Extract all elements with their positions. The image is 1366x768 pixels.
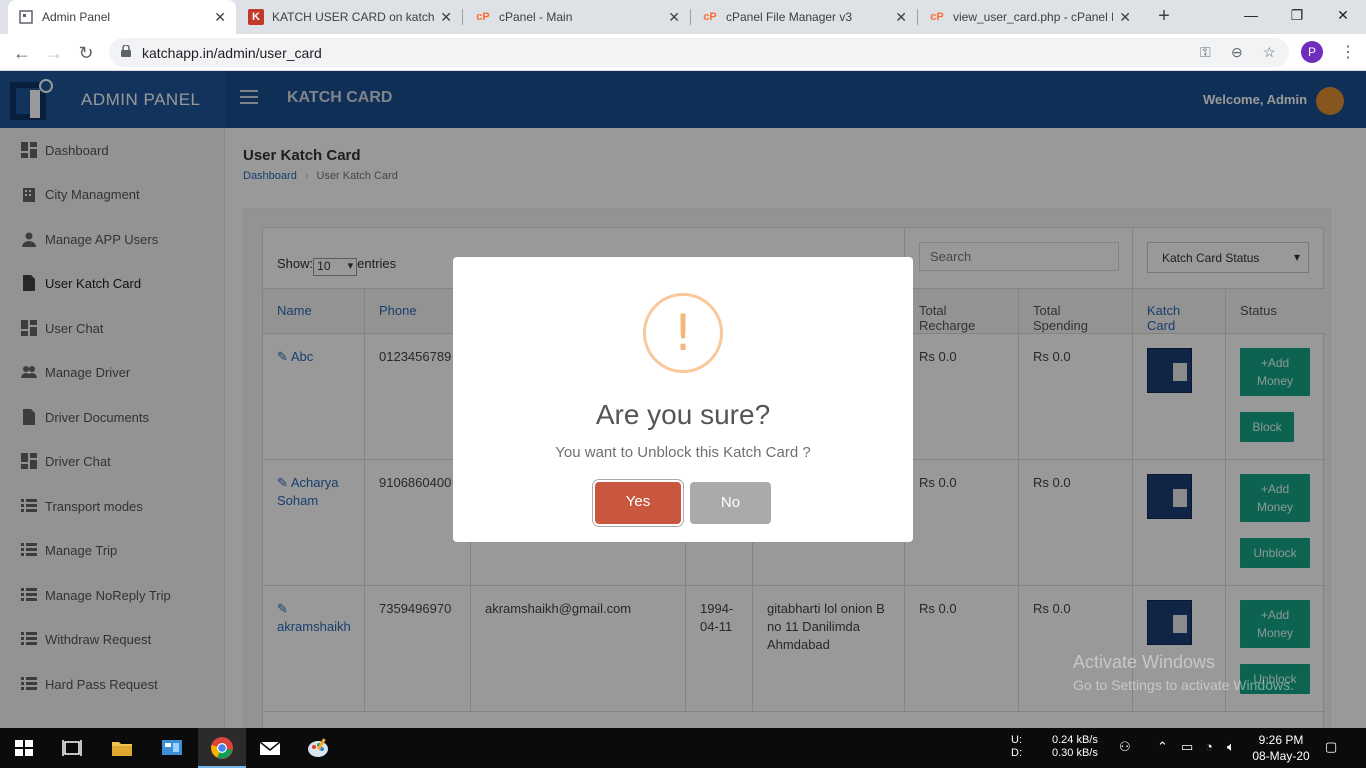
people-icon[interactable]: ⚇ [1119, 739, 1131, 755]
chevron-up-icon[interactable]: ⌃ [1157, 739, 1168, 755]
reload-icon[interactable]: ↻ [73, 40, 99, 66]
windows-start-icon[interactable] [12, 736, 36, 760]
net-speeds: 0.24 kB/s 0.30 kB/s [1052, 734, 1098, 760]
net-labels: U: D: [1011, 734, 1022, 760]
tab-title: cPanel - Main [499, 10, 573, 24]
tab-title: KATCH USER CARD on katch ca [272, 10, 435, 24]
warning-mark: ! [672, 304, 694, 362]
upload-speed: 0.24 kB/s [1052, 734, 1098, 746]
close-tab-icon[interactable]: ✕ [668, 9, 680, 26]
confirm-dialog: ! Are you sure? You want to Unblock this… [453, 257, 913, 542]
download-label: D: [1011, 747, 1022, 759]
cpanel-favicon-icon: cP [703, 11, 717, 23]
browser-toolbar: ← → ↻ katchapp.in/admin/user_card ⚿ ⊖ ☆ … [0, 34, 1366, 71]
paint-icon[interactable] [306, 736, 330, 760]
tab-separator [690, 9, 691, 25]
dialog-message: You want to Unblock this Katch Card ? [555, 444, 811, 461]
cpanel-favicon-icon: cP [930, 11, 944, 23]
katch-favicon-icon: K [248, 9, 264, 25]
tab-katch-user-card[interactable]: K KATCH USER CARD on katch ca ✕ [238, 0, 462, 34]
tab-title: view_user_card.php - cPanel Fi [953, 10, 1114, 24]
close-window-icon[interactable]: ✕ [1320, 0, 1366, 30]
confirm-yes-button[interactable]: Yes [595, 482, 681, 524]
cpanel-favicon-icon: cP [476, 11, 490, 23]
tab-cpanel-file-manager[interactable]: cP cPanel File Manager v3 ✕ [692, 0, 917, 34]
zoom-icon[interactable]: ⊖ [1231, 44, 1243, 61]
taskbar: U: D: 0.24 kB/s 0.30 kB/s ⚇ ⌃ ▭ ◔ 🔈︎ 9:26 … [0, 728, 1366, 768]
control-panel-icon[interactable] [160, 736, 184, 760]
dialog-title: Are you sure? [595, 399, 771, 430]
back-icon[interactable]: ← [9, 40, 35, 66]
activation-watermark-text: Go to Settings to activate Windows. [1073, 677, 1294, 693]
tab-separator [462, 9, 463, 25]
file-explorer-icon[interactable] [110, 736, 134, 760]
lock-icon [121, 45, 131, 57]
tab-separator [917, 9, 918, 25]
notification-icon[interactable]: ▢ [1325, 739, 1337, 755]
volume-icon[interactable]: 🔈︎ [1227, 739, 1235, 755]
url-text[interactable]: katchapp.in/admin/user_card [142, 45, 322, 61]
activation-watermark-title: Activate Windows [1073, 652, 1216, 672]
clock-time: 9:26 PM [1258, 733, 1304, 747]
tab-view-user-card[interactable]: cP view_user_card.php - cPanel Fi ✕ [919, 0, 1141, 34]
minimize-icon[interactable]: — [1228, 0, 1274, 30]
close-tab-icon[interactable]: ✕ [214, 9, 226, 26]
close-tab-icon[interactable]: ✕ [440, 9, 452, 26]
tab-cpanel-main[interactable]: cP cPanel - Main ✕ [465, 0, 690, 34]
chrome-icon[interactable] [210, 736, 234, 760]
address-bar[interactable]: katchapp.in/admin/user_card ⚿ ⊖ ☆ [109, 38, 1289, 67]
upload-label: U: [1011, 734, 1022, 746]
star-icon[interactable]: ☆ [1263, 44, 1276, 61]
wifi-icon[interactable]: ◔ [1205, 739, 1213, 754]
mail-icon[interactable] [258, 736, 282, 760]
forward-icon[interactable]: → [41, 40, 67, 66]
close-tab-icon[interactable]: ✕ [1119, 9, 1131, 26]
restore-icon[interactable]: ❐ [1274, 0, 1320, 30]
key-icon[interactable]: ⚿ [1200, 44, 1211, 61]
browser-tabbar: Admin Panel ✕ K KATCH USER CARD on katch… [0, 0, 1366, 34]
clock[interactable]: 9:26 PM 08-May-20 [1248, 732, 1314, 764]
warning-icon: ! [643, 293, 723, 373]
battery-icon[interactable]: ▭ [1181, 739, 1193, 755]
profile-avatar[interactable]: P [1301, 41, 1323, 63]
confirm-no-button[interactable]: No [690, 482, 771, 524]
clock-date: 08-May-20 [1252, 749, 1310, 763]
more-menu-icon[interactable]: ⋮ [1340, 42, 1356, 62]
download-speed: 0.30 kB/s [1052, 747, 1098, 759]
task-view-icon[interactable] [60, 736, 84, 760]
close-tab-icon[interactable]: ✕ [895, 9, 907, 26]
tab-title: cPanel File Manager v3 [726, 10, 853, 24]
new-tab-button[interactable]: + [1151, 5, 1177, 29]
tab-admin-panel[interactable]: Admin Panel ✕ [8, 0, 236, 34]
tab-title: Admin Panel [42, 10, 111, 24]
admin-favicon-icon [18, 9, 34, 25]
